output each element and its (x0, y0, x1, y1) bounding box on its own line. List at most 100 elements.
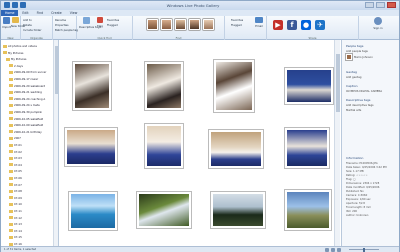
maximize-button[interactable] (376, 2, 385, 8)
nav-tree-item[interactable]: 07-03 (1, 156, 53, 160)
person-thumbnail[interactable] (189, 19, 200, 30)
nav-tree-item[interactable]: 2006-09-09 from soccer (1, 70, 53, 74)
geotag-value[interactable]: Add geotag (346, 75, 361, 79)
facebook-icon[interactable]: f (287, 20, 297, 30)
nav-tree-item[interactable]: 07-14 (1, 229, 53, 233)
person-thumbnail[interactable] (147, 19, 158, 30)
youtube-icon[interactable]: ▶ (273, 20, 283, 30)
nav-scroll-thumb[interactable] (55, 46, 58, 94)
nav-tree-item[interactable]: 07-09 (1, 196, 53, 200)
nav-tree-item[interactable]: All photos and videos (1, 44, 53, 48)
flickr-icon[interactable]: ● (301, 20, 311, 30)
rotate-button[interactable]: Rotate (23, 23, 32, 27)
favorites-button[interactable]: Favorites (107, 18, 119, 22)
nav-tree-item[interactable]: 07-15 (1, 235, 53, 239)
photo-thumbnail[interactable] (137, 192, 191, 228)
nav-tree-item[interactable]: 2006-09-17 rower (1, 77, 53, 81)
photo-thumbnail[interactable] (285, 128, 329, 168)
nav-tree-item[interactable]: 2 days (1, 64, 53, 68)
nav-tree-item[interactable]: 2006-09-30 pumpkin (1, 110, 53, 114)
nav-tree-item[interactable]: 2006-09-24 coaching A (1, 97, 53, 101)
details-view-icon[interactable] (325, 248, 329, 252)
person-thumbnail[interactable] (161, 19, 172, 30)
nav-tree-label: 2 days (14, 63, 23, 68)
nav-tree-label: 2006-09-24 s meta (14, 103, 40, 108)
sign-in-button[interactable]: Sign in (369, 17, 387, 30)
photo-thumbnail[interactable] (209, 130, 263, 168)
undo-icon[interactable] (12, 2, 18, 8)
email-button[interactable]: Email (253, 17, 265, 28)
nav-tree-item[interactable]: 07-12 (1, 216, 53, 220)
photo-thumbnail[interactable] (211, 192, 265, 228)
nav-tree-item[interactable]: 07-07 (1, 183, 53, 187)
flag-button[interactable]: Flag (95, 17, 105, 28)
photo-thumbnail[interactable] (214, 60, 254, 112)
include-folder-button[interactable]: Include folder (23, 28, 41, 32)
photo-thumbnail[interactable] (73, 62, 111, 110)
photo-thumbnail[interactable] (285, 68, 333, 104)
folder-icon (9, 169, 13, 173)
nav-tree-item[interactable]: 2006-10-21 birthday (1, 130, 53, 134)
properties-button[interactable]: Properties (55, 23, 69, 27)
nav-tree-item[interactable]: 07-05 (1, 169, 53, 173)
nav-scrollbar[interactable] (53, 40, 58, 246)
photo-thumbnail[interactable] (145, 62, 183, 110)
photo-thumbnail[interactable] (145, 124, 183, 168)
folder-icon (9, 235, 13, 239)
nav-tree-item[interactable]: 07-10 (1, 202, 53, 206)
nav-tree-item[interactable]: 2006-09-20 wakeboard (1, 84, 53, 88)
photo-thumbnail[interactable] (285, 190, 331, 230)
nav-tree-item[interactable]: 07-11 (1, 209, 53, 213)
nav-tree-item[interactable]: 07-13 (1, 222, 53, 226)
minimize-button[interactable] (365, 2, 374, 8)
thumbnail-view-icon[interactable] (331, 248, 335, 252)
nav-tree-item[interactable]: 2006-09-24 s meta (1, 103, 53, 107)
nav-tree-item[interactable]: 2006-10-05 wakefield (1, 117, 53, 121)
nav-tree-item[interactable]: My Pictures (1, 57, 53, 61)
nav-tree-item[interactable]: My Pictures (1, 51, 53, 55)
photo-thumbnail[interactable] (69, 192, 117, 230)
add-descriptive-tags-link[interactable]: Add descriptive tags (346, 103, 374, 107)
nav-tree-item[interactable]: 2007 (1, 136, 53, 140)
flagged-button[interactable]: Flagged (107, 23, 118, 27)
nav-tree-item[interactable]: 07-08 (1, 189, 53, 193)
add-to-button[interactable]: Add to (23, 18, 32, 22)
person-thumbnail[interactable] (203, 19, 214, 30)
descriptive-tag[interactable]: Martial arts (346, 108, 361, 112)
favorites-filter[interactable]: Favorites (231, 18, 243, 22)
folder-icon (9, 189, 13, 193)
folder-icon (9, 163, 13, 167)
nav-tree-item[interactable]: 07-02 (1, 150, 53, 154)
batch-people-tag-button[interactable]: Batch people tag (55, 28, 78, 32)
nav-tree-label: 07-03 (14, 156, 22, 161)
flagged-filter[interactable]: Flagged (231, 23, 242, 27)
nav-tree-item[interactable]: 07-06 (1, 176, 53, 180)
slideshow-icon[interactable] (337, 248, 341, 252)
gallery-scroll-thumb[interactable] (336, 54, 340, 112)
nav-tree-label: 07-14 (14, 228, 22, 233)
nav-tree-item[interactable]: 2006-10-09 wakefield (1, 123, 53, 127)
person-thumbnail[interactable] (175, 19, 186, 30)
rename-button[interactable]: Rename (55, 18, 66, 22)
descriptive-tags-button[interactable]: Descriptive tags (79, 17, 101, 29)
save-icon[interactable] (4, 2, 10, 8)
nav-tree-item[interactable]: 07-04 (1, 163, 53, 167)
close-button[interactable] (387, 2, 396, 8)
person-tag[interactable]: Mario Johnson (354, 55, 373, 59)
nav-tree-label: 07-15 (14, 235, 22, 240)
title-bar: Windows Live Photo Gallery (1, 1, 399, 10)
gallery-scrollbar[interactable] (334, 40, 340, 246)
nav-tree-item[interactable]: 07-01 (1, 143, 53, 147)
caption-value[interactable]: OLYMPUS DIGITAL CAMERA (346, 89, 382, 93)
windows-live-icon[interactable]: ✈ (315, 20, 325, 30)
new-folder-button[interactable]: New folder (11, 17, 26, 28)
user-icon (374, 17, 382, 25)
photo-thumbnail[interactable] (65, 128, 117, 166)
add-people-tags-link[interactable]: Add people tags (346, 49, 368, 53)
nav-tree-item[interactable]: 2006-09-21 wedding (1, 90, 53, 94)
folder-icon (9, 216, 13, 220)
zoom-slider-thumb[interactable] (363, 248, 365, 252)
folder-icon (9, 70, 13, 74)
import-button[interactable]: Import (2, 17, 11, 29)
redo-icon[interactable] (20, 2, 26, 8)
